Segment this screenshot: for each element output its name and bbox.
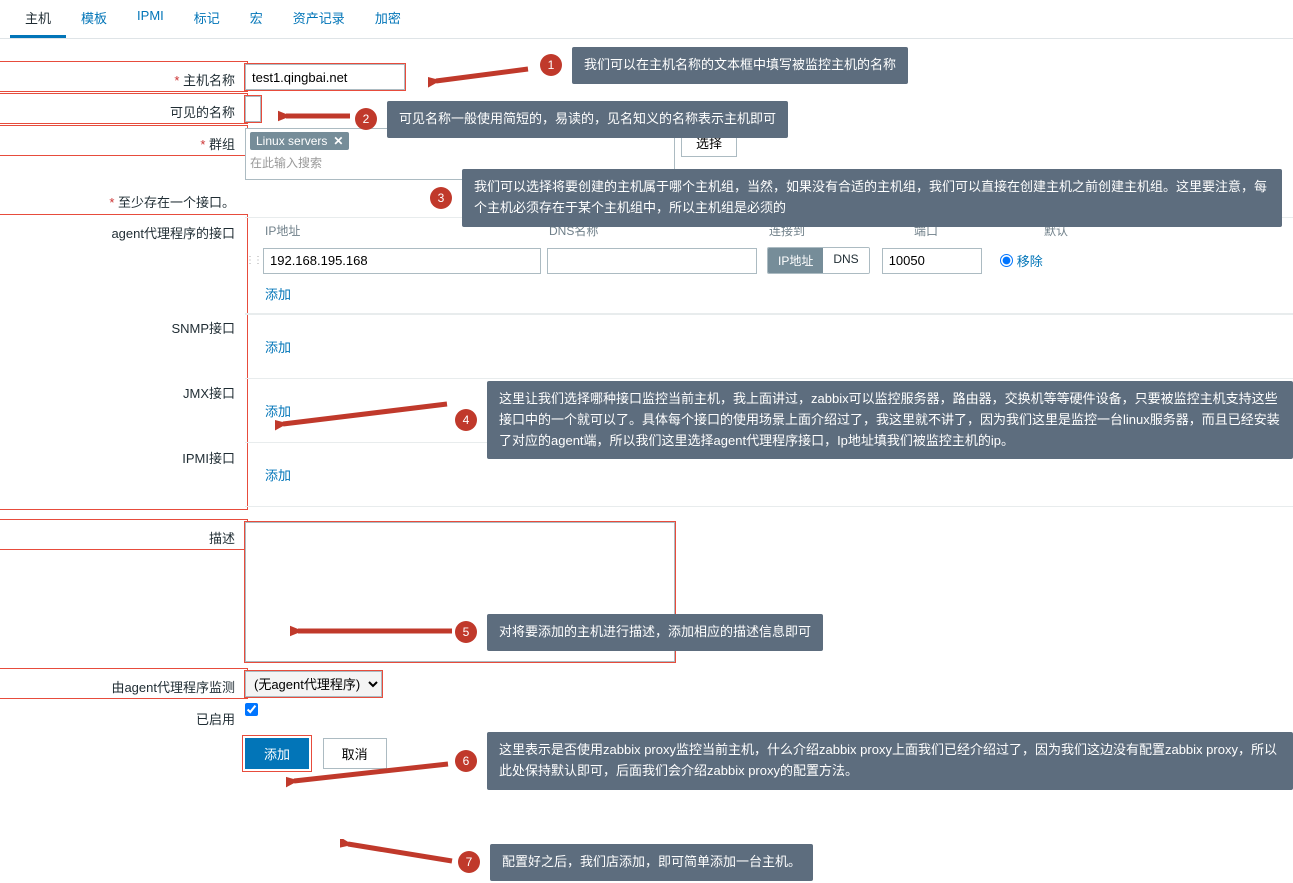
visiblename-label: 可见的名称 xyxy=(0,96,245,121)
proxy-label: 由agent代理程序监测 xyxy=(0,671,245,696)
group-chip[interactable]: Linux servers✕ xyxy=(250,132,349,150)
tab-tags[interactable]: 标记 xyxy=(179,0,235,38)
remove-link[interactable]: 移除 xyxy=(1017,251,1043,270)
agent-add-link[interactable]: 添加 xyxy=(245,274,1293,314)
chip-remove-icon[interactable]: ✕ xyxy=(333,134,343,148)
annotation-5: 5对将要添加的主机进行描述，添加相应的描述信息即可 xyxy=(455,614,823,651)
ipmi-interface-label: IPMI接口 xyxy=(0,442,235,507)
jmx-interface-label: JMX接口 xyxy=(0,377,235,442)
snmp-add-link[interactable]: 添加 xyxy=(245,314,1293,379)
interface-hint: 至少存在一个接口。 xyxy=(0,186,245,211)
connect-ip-option[interactable]: IP地址 xyxy=(768,248,823,273)
proxy-select[interactable]: (无agent代理程序) xyxy=(245,671,382,697)
agent-interface-label: agent代理程序的接口 xyxy=(0,217,235,312)
enabled-label: 已启用 xyxy=(0,703,245,728)
tab-host[interactable]: 主机 xyxy=(10,0,66,38)
hostname-label: 主机名称 xyxy=(0,64,245,89)
ip-input[interactable] xyxy=(263,248,541,274)
annotation-1: 1我们可以在主机名称的文本框中填写被监控主机的名称 xyxy=(540,47,908,84)
drag-handle-icon[interactable]: ⋮⋮ xyxy=(245,255,263,266)
annotation-7: 7配置好之后，我们店添加，即可简单添加一台主机。 xyxy=(458,844,813,881)
cancel-button[interactable]: 取消 xyxy=(323,738,387,769)
tab-ipmi[interactable]: IPMI xyxy=(122,0,179,38)
port-input[interactable] xyxy=(882,248,982,274)
tab-bar: 主机 模板 IPMI 标记 宏 资产记录 加密 xyxy=(0,0,1293,39)
dns-input[interactable] xyxy=(547,248,757,274)
visiblename-input[interactable] xyxy=(245,96,261,122)
snmp-interface-label: SNMP接口 xyxy=(0,312,235,377)
annotation-2: 2可见名称一般使用简短的，易读的，见名知义的名称表示主机即可 xyxy=(355,101,788,138)
tab-template[interactable]: 模板 xyxy=(66,0,122,38)
connect-dns-option[interactable]: DNS xyxy=(823,248,868,273)
annotation-3: 3我们可以选择将要创建的主机属于哪个主机组，当然，如果没有合适的主机组，我们可以… xyxy=(430,169,1282,227)
tab-inventory[interactable]: 资产记录 xyxy=(278,0,360,38)
agent-interface-row: ⋮⋮ IP地址 DNS 移除 xyxy=(245,247,1293,274)
add-button[interactable]: 添加 xyxy=(245,738,309,769)
connect-to-toggle[interactable]: IP地址 DNS xyxy=(767,247,870,274)
enabled-checkbox[interactable] xyxy=(245,703,258,716)
annotation-4: 4这里让我们选择哪种接口监控当前主机，我上面讲过，zabbix可以监控服务器，路… xyxy=(455,381,1293,459)
default-radio[interactable] xyxy=(1000,254,1013,267)
tab-macros[interactable]: 宏 xyxy=(235,0,278,38)
annotation-6: 6这里表示是否使用zabbix proxy监控当前主机，什么介绍zabbix p… xyxy=(455,732,1293,790)
hostname-input[interactable] xyxy=(245,64,405,90)
groups-label: 群组 xyxy=(0,128,245,153)
description-label: 描述 xyxy=(0,522,245,547)
tab-encryption[interactable]: 加密 xyxy=(360,0,416,38)
